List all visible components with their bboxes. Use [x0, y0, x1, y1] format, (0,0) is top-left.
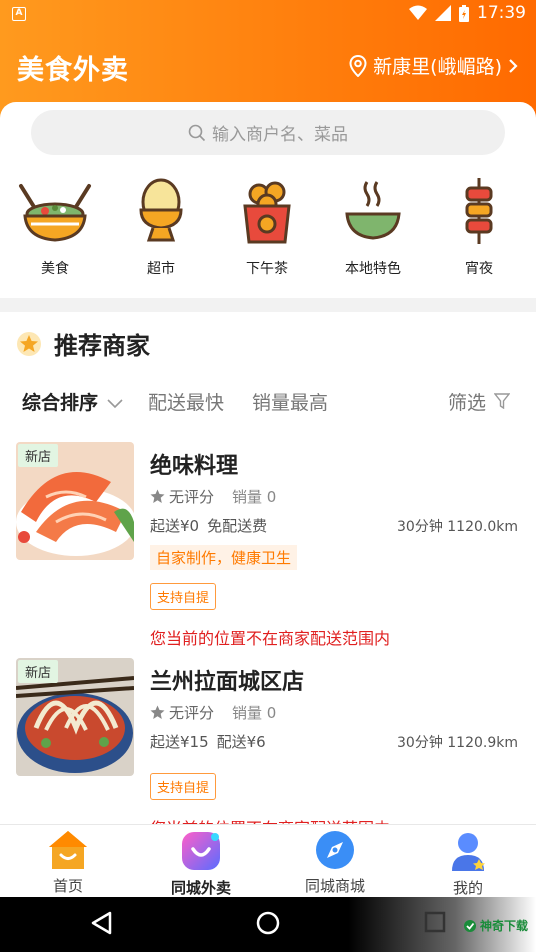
- section-title: 推荐商家: [54, 332, 150, 360]
- category-local-specialty[interactable]: 本地特色: [328, 178, 418, 278]
- filter-label: 筛选: [448, 392, 487, 414]
- wifi-icon: [409, 5, 427, 20]
- rating-text: 无评分: [169, 704, 215, 722]
- category-label: 下午茶: [246, 261, 288, 277]
- egg-cup-icon: [139, 178, 183, 242]
- category-card: 输入商户名、菜品 美食 超市 下午茶 本地特色 宵夜: [0, 102, 536, 298]
- watermark: 神奇下载: [463, 917, 528, 934]
- out-of-range-warning: 您当前的位置不在商家配送范围内: [150, 629, 391, 648]
- min-order: 起送¥0: [150, 517, 200, 535]
- battery-icon: [459, 4, 469, 22]
- chevron-right-icon: [509, 58, 518, 73]
- delivery-info: 起送¥15 配送¥6: [150, 731, 266, 752]
- sort-comprehensive[interactable]: 综合排序: [22, 388, 123, 415]
- home-icon: [49, 831, 87, 869]
- shop-tag: 自家制作，健康卫生: [150, 545, 298, 570]
- user-profile-icon: [452, 833, 485, 871]
- min-order: 起送¥15: [150, 733, 209, 751]
- new-shop-badge: 新店: [18, 660, 59, 683]
- skewer-icon: [465, 178, 493, 244]
- sales-count: 销量 0: [232, 488, 277, 506]
- shop-name: 绝味料理: [150, 454, 239, 479]
- shop-image: 新店: [16, 658, 134, 776]
- sort-bar: 综合排序 配送最快 销量最高 筛选: [0, 388, 536, 418]
- app-notification-icon: A: [12, 7, 26, 21]
- category-night-snack[interactable]: 宵夜: [434, 178, 524, 278]
- page-title: 美食外卖: [17, 55, 129, 86]
- delivery-fee: 免配送费: [207, 517, 268, 535]
- shop-name: 兰州拉面城区店: [150, 670, 305, 695]
- soup-bowl-icon: [345, 181, 401, 240]
- tab-label: 首页: [52, 877, 83, 895]
- bottom-tab-bar: 首页 同城外卖 同城商城 我的: [0, 824, 536, 897]
- watermark-text: 神奇下载: [479, 919, 528, 933]
- tab-mine[interactable]: 我的: [413, 829, 523, 898]
- chevron-down-icon: [107, 399, 123, 409]
- sort-label: 综合排序: [22, 392, 99, 414]
- recommend-section: 推荐商家 综合排序 配送最快 销量最高 筛选 新店 绝味料理 无评分 销量 0 …: [0, 312, 536, 824]
- tab-label: 我的: [452, 879, 483, 897]
- tab-mall[interactable]: 同城商城: [280, 829, 390, 896]
- shop-rating: 无评分 销量 0: [150, 486, 276, 507]
- location-selector[interactable]: 新康里(峨嵋路): [349, 52, 518, 79]
- location-pin-icon: [349, 54, 367, 77]
- star-icon: [150, 705, 165, 719]
- shop-image: 新店: [16, 442, 134, 560]
- delivery-distance: 30分钟 1120.0km: [397, 519, 518, 535]
- category-label: 本地特色: [345, 261, 401, 277]
- filter-button[interactable]: 筛选: [448, 388, 511, 415]
- category-label: 美食: [41, 261, 69, 277]
- takeout-app-icon: [182, 832, 220, 870]
- category-grid: 美食 超市 下午茶 本地特色 宵夜: [0, 178, 536, 288]
- clock: 17:39: [477, 3, 526, 23]
- salad-bowl-icon: [19, 184, 91, 242]
- recents-icon[interactable]: [424, 911, 446, 933]
- category-label: 超市: [147, 261, 175, 277]
- star-badge-icon: [17, 331, 41, 356]
- tab-home[interactable]: 首页: [13, 829, 123, 896]
- search-input[interactable]: 输入商户名、菜品: [31, 110, 505, 155]
- delivery-distance: 30分钟 1120.9km: [397, 735, 518, 751]
- signal-icon: [435, 5, 451, 21]
- category-label: 宵夜: [465, 261, 493, 277]
- star-icon: [150, 489, 165, 503]
- search-placeholder: 输入商户名、菜品: [212, 125, 348, 145]
- status-bar: A 17:39: [0, 0, 536, 30]
- tab-takeout[interactable]: 同城外卖: [146, 829, 256, 898]
- pickup-tag: 支持自提: [150, 583, 217, 610]
- sales-count: 销量 0: [232, 704, 277, 722]
- shop-card[interactable]: 新店 兰州拉面城区店 无评分 销量 0 起送¥15 配送¥6 30分钟 1120.…: [0, 658, 536, 824]
- watermark-logo-icon: [463, 919, 476, 932]
- filter-icon: [493, 393, 511, 410]
- tab-label: 同城外卖: [170, 879, 231, 897]
- shop-card[interactable]: 新店 绝味料理 无评分 销量 0 起送¥0 免配送费 30分钟 1120.0km …: [0, 442, 536, 652]
- system-nav-bar: 神奇下载: [0, 897, 536, 952]
- sort-top-sales[interactable]: 销量最高: [252, 388, 328, 415]
- new-shop-badge: 新店: [18, 444, 59, 467]
- tab-label: 同城商城: [304, 877, 365, 895]
- sort-fastest[interactable]: 配送最快: [148, 388, 224, 415]
- category-food[interactable]: 美食: [10, 178, 100, 278]
- pickup-tag: 支持自提: [150, 773, 217, 800]
- category-supermarket[interactable]: 超市: [116, 178, 206, 278]
- location-label: 新康里(峨嵋路): [373, 56, 502, 78]
- delivery-fee: 配送¥6: [216, 733, 266, 751]
- back-icon[interactable]: [90, 911, 112, 935]
- recommend-header: 推荐商家: [16, 326, 150, 361]
- home-nav-icon[interactable]: [256, 911, 280, 935]
- donut-bag-icon: [243, 181, 291, 244]
- shop-rating: 无评分 销量 0: [150, 702, 276, 723]
- search-icon: [188, 124, 206, 141]
- category-afternoon-tea[interactable]: 下午茶: [222, 178, 312, 278]
- delivery-info: 起送¥0 免配送费: [150, 515, 267, 536]
- compass-icon: [316, 831, 354, 869]
- rating-text: 无评分: [169, 488, 215, 506]
- out-of-range-warning: 您当前的位置不在商家配送范围内: [150, 815, 390, 824]
